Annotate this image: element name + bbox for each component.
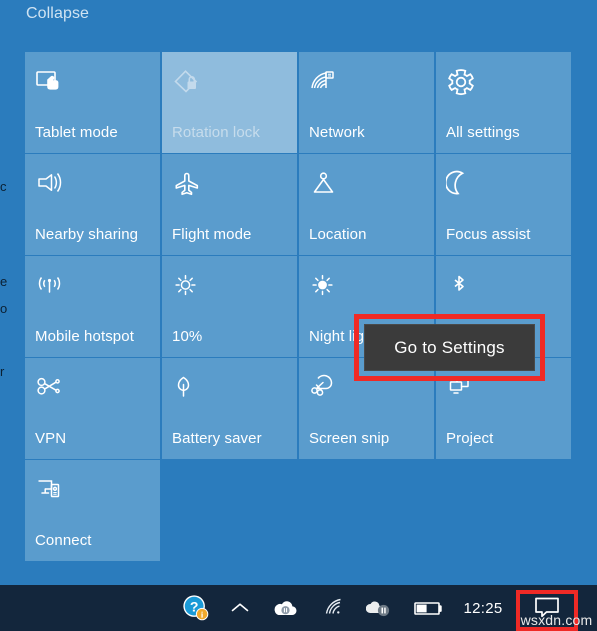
action-center-panel: Collapse Tablet mode Rotation lock Netwo… [0,0,597,585]
quick-action-label: Mobile hotspot [35,328,134,345]
show-hidden-icons-icon[interactable] [222,585,258,631]
taskbar: ? i 12:25 [0,585,597,631]
go-to-settings-menu-item[interactable]: Go to Settings [394,338,505,358]
quick-action-label: Connect [35,532,92,549]
quick-action-tile-all-settings[interactable]: All settings [436,52,571,153]
quick-action-label: Project [446,430,494,447]
onedrive-icon[interactable] [267,585,303,631]
hotspot-icon [35,268,71,304]
quick-action-tile-nearby-sharing[interactable]: Nearby sharing [25,154,160,255]
quick-action-tile-placeholder [436,460,571,561]
vpn-icon [35,370,71,406]
gear-icon [446,64,482,100]
edge-text-fragment: c [0,180,7,193]
quick-action-tile-battery-saver[interactable]: Battery saver [162,358,297,459]
notification-icon-highlight-box [516,590,578,631]
quick-action-tile-vpn[interactable]: VPN [25,358,160,459]
quick-action-label: 10% [172,328,203,345]
nearby-sharing-icon [35,166,71,202]
wifi-icon[interactable] [318,585,354,631]
screen: c e o r Collapse Tablet mode Rotation lo… [0,0,597,631]
clock-time: 12:25 [463,599,503,617]
quick-action-tile-rotation-lock[interactable]: Rotation lock [162,52,297,153]
edge-text-fragment: r [0,365,5,378]
quick-action-label: Location [309,226,367,243]
get-help-icon[interactable]: ? i [176,585,216,631]
network-icon [309,64,345,100]
taskbar-clock[interactable]: 12:25 [455,585,511,631]
quick-action-label: Battery saver [172,430,262,447]
quick-action-tile-focus-assist[interactable]: Focus assist [436,154,571,255]
quick-action-label: Flight mode [172,226,252,243]
quick-action-tile-connect[interactable]: Connect [25,460,160,561]
quick-action-label: Network [309,124,365,141]
quick-action-tile-placeholder [299,460,434,561]
quick-action-tile-placeholder [162,460,297,561]
night-light-icon [309,268,345,304]
context-menu[interactable]: Go to Settings [364,324,535,371]
collapse-button[interactable]: Collapse [26,5,89,23]
brightness-icon [172,268,208,304]
quick-action-tile-mobile-hotspot[interactable]: Mobile hotspot [25,256,160,357]
volume-icon[interactable] [362,585,400,631]
bluetooth-icon [446,268,482,304]
quick-action-tile-location[interactable]: Location [299,154,434,255]
airplane-icon [172,166,208,202]
quick-action-tile-network[interactable]: Network [299,52,434,153]
quick-actions-grid: Tablet mode Rotation lock Network All se… [25,52,573,561]
quick-action-tile-flight-mode[interactable]: Flight mode [162,154,297,255]
quick-action-label: Rotation lock [172,124,261,141]
settings-menu-highlight-box: Go to Settings [354,314,545,381]
battery-icon[interactable] [409,585,449,631]
leaf-icon [172,370,208,406]
quick-action-label: Nearby sharing [35,226,139,243]
connect-icon [35,472,71,508]
moon-icon [446,166,482,202]
quick-action-label: VPN [35,430,67,447]
quick-action-label: Focus assist [446,226,531,243]
edge-text-fragment: e [0,275,8,288]
screen-snip-icon [309,370,345,406]
tablet-mode-icon [35,64,71,100]
quick-action-label: Screen snip [309,430,390,447]
quick-action-tile-tablet-mode[interactable]: Tablet mode [25,52,160,153]
location-icon [309,166,345,202]
edge-text-fragment: o [0,302,8,315]
quick-action-tile-brightness[interactable]: 10% [162,256,297,357]
quick-action-label: Tablet mode [35,124,118,141]
quick-action-label: All settings [446,124,520,141]
rotation-lock-icon [172,64,208,100]
